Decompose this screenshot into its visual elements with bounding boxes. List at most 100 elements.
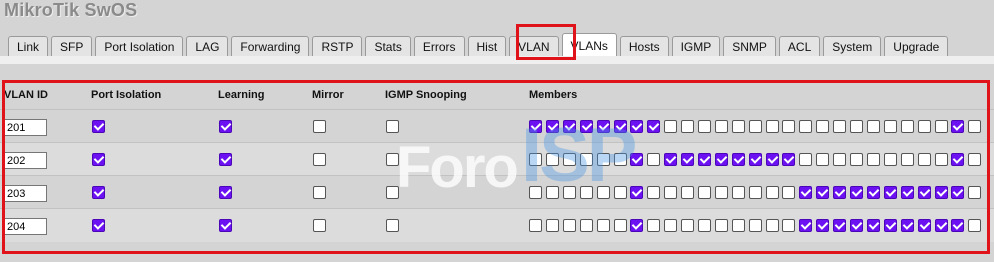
- member-port-checkbox[interactable]: [951, 120, 964, 133]
- member-port-checkbox[interactable]: [799, 120, 812, 133]
- member-port-checkbox[interactable]: [529, 186, 542, 199]
- member-port-checkbox[interactable]: [968, 219, 981, 232]
- member-port-checkbox[interactable]: [782, 120, 795, 133]
- member-port-checkbox[interactable]: [782, 153, 795, 166]
- tab-sfp[interactable]: SFP: [51, 36, 93, 57]
- member-port-checkbox[interactable]: [799, 219, 812, 232]
- member-port-checkbox[interactable]: [833, 120, 846, 133]
- member-port-checkbox[interactable]: [732, 219, 745, 232]
- member-port-checkbox[interactable]: [546, 186, 559, 199]
- member-port-checkbox[interactable]: [816, 186, 829, 199]
- member-port-checkbox[interactable]: [546, 153, 559, 166]
- member-port-checkbox[interactable]: [681, 219, 694, 232]
- tab-stats[interactable]: Stats: [365, 36, 411, 57]
- member-port-checkbox[interactable]: [681, 153, 694, 166]
- member-port-checkbox[interactable]: [580, 120, 593, 133]
- member-port-checkbox[interactable]: [715, 153, 728, 166]
- member-port-checkbox[interactable]: [935, 219, 948, 232]
- member-port-checkbox[interactable]: [732, 120, 745, 133]
- member-port-checkbox[interactable]: [935, 186, 948, 199]
- tab-acl[interactable]: ACL: [778, 36, 821, 57]
- member-port-checkbox[interactable]: [850, 153, 863, 166]
- member-port-checkbox[interactable]: [715, 186, 728, 199]
- tab-system[interactable]: System: [823, 36, 882, 57]
- tab-igmp[interactable]: IGMP: [671, 36, 721, 57]
- igmp-snooping-checkbox[interactable]: [386, 186, 399, 199]
- member-port-checkbox[interactable]: [580, 153, 593, 166]
- member-port-checkbox[interactable]: [529, 219, 542, 232]
- member-port-checkbox[interactable]: [698, 219, 711, 232]
- igmp-snooping-checkbox[interactable]: [386, 219, 399, 232]
- member-port-checkbox[interactable]: [630, 153, 643, 166]
- member-port-checkbox[interactable]: [766, 219, 779, 232]
- member-port-checkbox[interactable]: [766, 186, 779, 199]
- member-port-checkbox[interactable]: [546, 120, 559, 133]
- tab-lag[interactable]: LAG: [186, 36, 229, 57]
- tab-snmp[interactable]: SNMP: [723, 36, 776, 57]
- member-port-checkbox[interactable]: [597, 120, 610, 133]
- port-isolation-checkbox[interactable]: [92, 153, 105, 166]
- member-port-checkbox[interactable]: [918, 120, 931, 133]
- member-port-checkbox[interactable]: [681, 120, 694, 133]
- member-port-checkbox[interactable]: [647, 219, 660, 232]
- member-port-checkbox[interactable]: [664, 153, 677, 166]
- tab-errors[interactable]: Errors: [413, 36, 465, 57]
- mirror-checkbox[interactable]: [313, 120, 326, 133]
- member-port-checkbox[interactable]: [782, 219, 795, 232]
- member-port-checkbox[interactable]: [968, 186, 981, 199]
- port-isolation-checkbox[interactable]: [92, 219, 105, 232]
- member-port-checkbox[interactable]: [698, 153, 711, 166]
- member-port-checkbox[interactable]: [529, 120, 542, 133]
- member-port-checkbox[interactable]: [698, 120, 711, 133]
- member-port-checkbox[interactable]: [951, 186, 964, 199]
- tab-vlan[interactable]: VLAN: [509, 36, 559, 57]
- member-port-checkbox[interactable]: [563, 120, 576, 133]
- member-port-checkbox[interactable]: [647, 120, 660, 133]
- member-port-checkbox[interactable]: [732, 186, 745, 199]
- member-port-checkbox[interactable]: [614, 186, 627, 199]
- member-port-checkbox[interactable]: [850, 186, 863, 199]
- member-port-checkbox[interactable]: [884, 219, 897, 232]
- member-port-checkbox[interactable]: [614, 153, 627, 166]
- learning-checkbox[interactable]: [219, 120, 232, 133]
- member-port-checkbox[interactable]: [884, 153, 897, 166]
- member-port-checkbox[interactable]: [597, 219, 610, 232]
- member-port-checkbox[interactable]: [833, 219, 846, 232]
- member-port-checkbox[interactable]: [867, 120, 880, 133]
- tab-forwarding[interactable]: Forwarding: [231, 36, 310, 57]
- member-port-checkbox[interactable]: [884, 120, 897, 133]
- member-port-checkbox[interactable]: [630, 219, 643, 232]
- tab-port-isolation[interactable]: Port Isolation: [95, 36, 184, 57]
- vlan-id-input[interactable]: [4, 218, 47, 235]
- tab-hist[interactable]: Hist: [467, 36, 507, 57]
- learning-checkbox[interactable]: [219, 153, 232, 166]
- member-port-checkbox[interactable]: [597, 186, 610, 199]
- member-port-checkbox[interactable]: [901, 153, 914, 166]
- member-port-checkbox[interactable]: [529, 153, 542, 166]
- member-port-checkbox[interactable]: [935, 120, 948, 133]
- member-port-checkbox[interactable]: [698, 186, 711, 199]
- member-port-checkbox[interactable]: [563, 219, 576, 232]
- member-port-checkbox[interactable]: [901, 219, 914, 232]
- member-port-checkbox[interactable]: [901, 120, 914, 133]
- member-port-checkbox[interactable]: [968, 120, 981, 133]
- member-port-checkbox[interactable]: [681, 186, 694, 199]
- vlan-id-input[interactable]: [4, 185, 47, 202]
- member-port-checkbox[interactable]: [563, 153, 576, 166]
- member-port-checkbox[interactable]: [630, 120, 643, 133]
- member-port-checkbox[interactable]: [816, 153, 829, 166]
- member-port-checkbox[interactable]: [867, 153, 880, 166]
- member-port-checkbox[interactable]: [850, 120, 863, 133]
- member-port-checkbox[interactable]: [918, 219, 931, 232]
- member-port-checkbox[interactable]: [580, 219, 593, 232]
- member-port-checkbox[interactable]: [833, 153, 846, 166]
- member-port-checkbox[interactable]: [749, 120, 762, 133]
- member-port-checkbox[interactable]: [884, 186, 897, 199]
- tab-hosts[interactable]: Hosts: [619, 36, 669, 57]
- member-port-checkbox[interactable]: [732, 153, 745, 166]
- tab-rstp[interactable]: RSTP: [312, 36, 363, 57]
- member-port-checkbox[interactable]: [968, 153, 981, 166]
- member-port-checkbox[interactable]: [816, 120, 829, 133]
- member-port-checkbox[interactable]: [614, 120, 627, 133]
- learning-checkbox[interactable]: [219, 219, 232, 232]
